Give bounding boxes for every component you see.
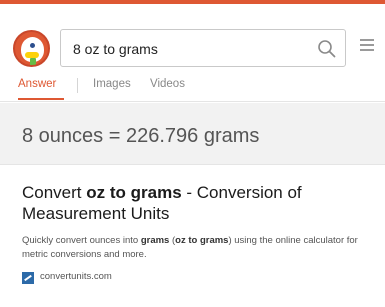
convertunits-favicon-icon xyxy=(22,272,34,284)
instant-answer-panel: 8 ounces = 226.796 grams xyxy=(0,103,385,165)
snippet-highlight: grams xyxy=(140,235,170,246)
search-result: Convert oz to grams - Conversion of Meas… xyxy=(0,166,385,307)
menu-icon-line xyxy=(360,39,374,41)
snippet-text: Quickly convert ounces into xyxy=(22,235,141,246)
tab-answer-label: Answer xyxy=(18,78,57,90)
result-source-url: convertunits.com xyxy=(40,271,112,282)
menu-icon-line xyxy=(360,49,374,51)
tab-divider xyxy=(77,78,78,93)
conversion-answer: 8 ounces = 226.796 grams xyxy=(22,125,260,147)
header xyxy=(0,4,385,68)
tab-videos[interactable]: Videos xyxy=(150,78,185,90)
logo-eye xyxy=(30,43,35,48)
search-input[interactable] xyxy=(73,39,303,59)
result-title-highlight: oz to grams xyxy=(86,183,182,202)
tab-images-label: Images xyxy=(93,78,131,90)
result-snippet: Quickly convert ounces into grams (oz to… xyxy=(22,234,367,262)
active-tab-underline xyxy=(18,98,64,100)
search-tabs: Answer Images Videos xyxy=(0,68,385,102)
search-icon[interactable] xyxy=(317,39,337,59)
tab-answer[interactable]: Answer xyxy=(18,78,64,100)
result-title-text: Convert xyxy=(22,183,87,202)
search-box[interactable] xyxy=(60,29,346,67)
snippet-highlight: oz to grams xyxy=(175,235,229,246)
menu-icon-line xyxy=(360,44,374,46)
hamburger-menu-icon[interactable] xyxy=(360,39,374,53)
logo-tie xyxy=(30,58,36,65)
tab-videos-label: Videos xyxy=(150,78,185,90)
result-title-link[interactable]: Convert oz to grams - Conversion of Meas… xyxy=(22,182,367,224)
tab-images[interactable]: Images xyxy=(93,78,131,90)
duckduckgo-logo[interactable] xyxy=(13,30,50,67)
